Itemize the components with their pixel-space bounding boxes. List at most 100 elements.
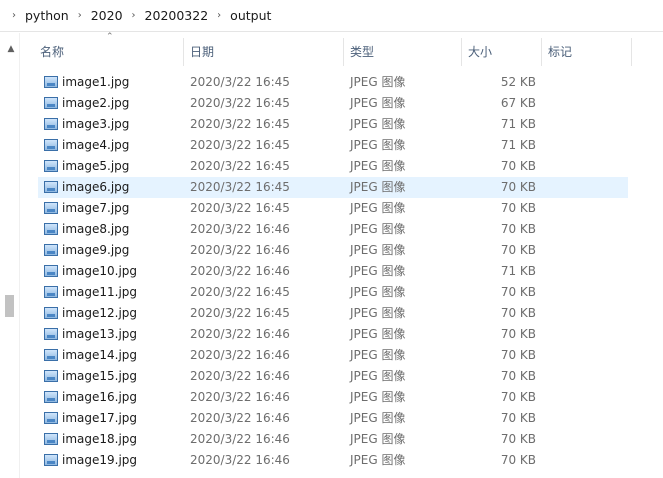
jpeg-file-icon: [44, 76, 58, 88]
file-row[interactable]: image5.jpg 2020/3/22 16:45 JPEG 图像 70 KB: [38, 156, 628, 177]
file-date: 2020/3/22 16:45: [190, 285, 290, 299]
file-date: 2020/3/22 16:46: [190, 222, 290, 236]
file-date: 2020/3/22 16:45: [190, 201, 290, 215]
file-size: 70 KB: [500, 201, 536, 215]
file-date: 2020/3/22 16:46: [190, 243, 290, 257]
file-date: 2020/3/22 16:46: [190, 264, 290, 278]
breadcrumb-python[interactable]: python: [22, 8, 72, 23]
chevron-right-icon[interactable]: ›: [126, 10, 142, 21]
jpeg-file-icon: [44, 181, 58, 193]
file-row[interactable]: image12.jpg 2020/3/22 16:45 JPEG 图像 70 KB: [38, 303, 628, 324]
file-row[interactable]: image2.jpg 2020/3/22 16:45 JPEG 图像 67 KB: [38, 93, 628, 114]
file-date: 2020/3/22 16:46: [190, 369, 290, 383]
file-row[interactable]: image15.jpg 2020/3/22 16:46 JPEG 图像 70 KB: [38, 366, 628, 387]
jpeg-file-icon: [44, 454, 58, 466]
column-header-name[interactable]: 名称: [34, 38, 184, 66]
file-date: 2020/3/22 16:45: [190, 138, 290, 152]
file-date: 2020/3/22 16:46: [190, 327, 290, 341]
jpeg-file-icon: [44, 244, 58, 256]
jpeg-file-icon: [44, 307, 58, 319]
file-row[interactable]: image10.jpg 2020/3/22 16:46 JPEG 图像 71 KB: [38, 261, 628, 282]
file-date: 2020/3/22 16:46: [190, 432, 290, 446]
file-type: JPEG 图像: [350, 285, 406, 299]
chevron-right-icon[interactable]: ›: [6, 10, 22, 21]
scrollbar[interactable]: [0, 33, 20, 478]
jpeg-file-icon: [44, 118, 58, 130]
file-type: JPEG 图像: [350, 138, 406, 152]
file-row[interactable]: image11.jpg 2020/3/22 16:45 JPEG 图像 70 KB: [38, 282, 628, 303]
jpeg-file-icon: [44, 349, 58, 361]
file-row[interactable]: image1.jpg 2020/3/22 16:45 JPEG 图像 52 KB: [38, 72, 628, 93]
jpeg-file-icon: [44, 160, 58, 172]
jpeg-file-icon: [44, 433, 58, 445]
file-name: image12.jpg: [62, 306, 138, 320]
breadcrumb-20200322[interactable]: 20200322: [142, 8, 212, 23]
file-row[interactable]: image3.jpg 2020/3/22 16:45 JPEG 图像 71 KB: [38, 114, 628, 135]
file-row[interactable]: image19.jpg 2020/3/22 16:46 JPEG 图像 70 KB: [38, 450, 628, 471]
column-header-tag[interactable]: 标记: [542, 38, 632, 66]
file-size: 70 KB: [500, 327, 536, 341]
file-row[interactable]: image13.jpg 2020/3/22 16:46 JPEG 图像 70 KB: [38, 324, 628, 345]
file-type: JPEG 图像: [350, 243, 406, 257]
file-type: JPEG 图像: [350, 306, 406, 320]
jpeg-file-icon: [44, 391, 58, 403]
file-name: image15.jpg: [62, 369, 138, 383]
file-name: image14.jpg: [62, 348, 138, 362]
file-type: JPEG 图像: [350, 180, 406, 194]
file-date: 2020/3/22 16:45: [190, 117, 290, 131]
file-type: JPEG 图像: [350, 264, 406, 278]
file-type: JPEG 图像: [350, 390, 406, 404]
file-row[interactable]: image9.jpg 2020/3/22 16:46 JPEG 图像 70 KB: [38, 240, 628, 261]
jpeg-file-icon: [44, 223, 58, 235]
column-header-size[interactable]: 大小: [462, 38, 542, 66]
jpeg-file-icon: [44, 139, 58, 151]
breadcrumb-2020[interactable]: 2020: [88, 8, 126, 23]
column-header-date[interactable]: 日期: [184, 38, 344, 66]
file-type: JPEG 图像: [350, 117, 406, 131]
file-name: image13.jpg: [62, 327, 138, 341]
file-type: JPEG 图像: [350, 432, 406, 446]
column-header-type[interactable]: 类型: [344, 38, 462, 66]
file-name: image8.jpg: [62, 222, 130, 236]
file-size: 70 KB: [500, 432, 536, 446]
file-size: 70 KB: [500, 411, 536, 425]
jpeg-file-icon: [44, 202, 58, 214]
breadcrumb-output[interactable]: output: [227, 8, 274, 23]
address-bar[interactable]: › python › 2020 › 20200322 › output: [0, 0, 663, 32]
file-row[interactable]: image6.jpg 2020/3/22 16:45 JPEG 图像 70 KB: [38, 177, 628, 198]
file-date: 2020/3/22 16:46: [190, 348, 290, 362]
file-size: 70 KB: [500, 285, 536, 299]
file-name: image7.jpg: [62, 201, 130, 215]
scrollbar-thumb[interactable]: [5, 295, 14, 317]
jpeg-file-icon: [44, 370, 58, 382]
file-date: 2020/3/22 16:46: [190, 390, 290, 404]
file-date: 2020/3/22 16:45: [190, 159, 290, 173]
column-header: ⌃ 名称 日期 类型 大小 标记: [20, 32, 632, 66]
file-name: image11.jpg: [62, 285, 138, 299]
file-size: 70 KB: [500, 222, 536, 236]
jpeg-file-icon: [44, 328, 58, 340]
chevron-right-icon[interactable]: ›: [211, 10, 227, 21]
file-name: image4.jpg: [62, 138, 130, 152]
file-size: 70 KB: [500, 306, 536, 320]
scroll-up-arrow-icon[interactable]: ▲: [4, 42, 18, 56]
file-size: 67 KB: [500, 96, 536, 110]
file-size: 70 KB: [500, 453, 536, 467]
chevron-right-icon[interactable]: ›: [72, 10, 88, 21]
file-name: image1.jpg: [62, 75, 130, 89]
file-date: 2020/3/22 16:46: [190, 453, 290, 467]
file-row[interactable]: image14.jpg 2020/3/22 16:46 JPEG 图像 70 KB: [38, 345, 628, 366]
file-row[interactable]: image7.jpg 2020/3/22 16:45 JPEG 图像 70 KB: [38, 198, 628, 219]
file-size: 70 KB: [500, 159, 536, 173]
file-name: image19.jpg: [62, 453, 138, 467]
jpeg-file-icon: [44, 265, 58, 277]
file-row[interactable]: image18.jpg 2020/3/22 16:46 JPEG 图像 70 KB: [38, 429, 628, 450]
file-date: 2020/3/22 16:45: [190, 306, 290, 320]
file-type: JPEG 图像: [350, 159, 406, 173]
file-row[interactable]: image8.jpg 2020/3/22 16:46 JPEG 图像 70 KB: [38, 219, 628, 240]
file-row[interactable]: image17.jpg 2020/3/22 16:46 JPEG 图像 70 KB: [38, 408, 628, 429]
file-date: 2020/3/22 16:46: [190, 411, 290, 425]
file-name: image6.jpg: [62, 180, 130, 194]
file-row[interactable]: image4.jpg 2020/3/22 16:45 JPEG 图像 71 KB: [38, 135, 628, 156]
file-row[interactable]: image16.jpg 2020/3/22 16:46 JPEG 图像 70 KB: [38, 387, 628, 408]
